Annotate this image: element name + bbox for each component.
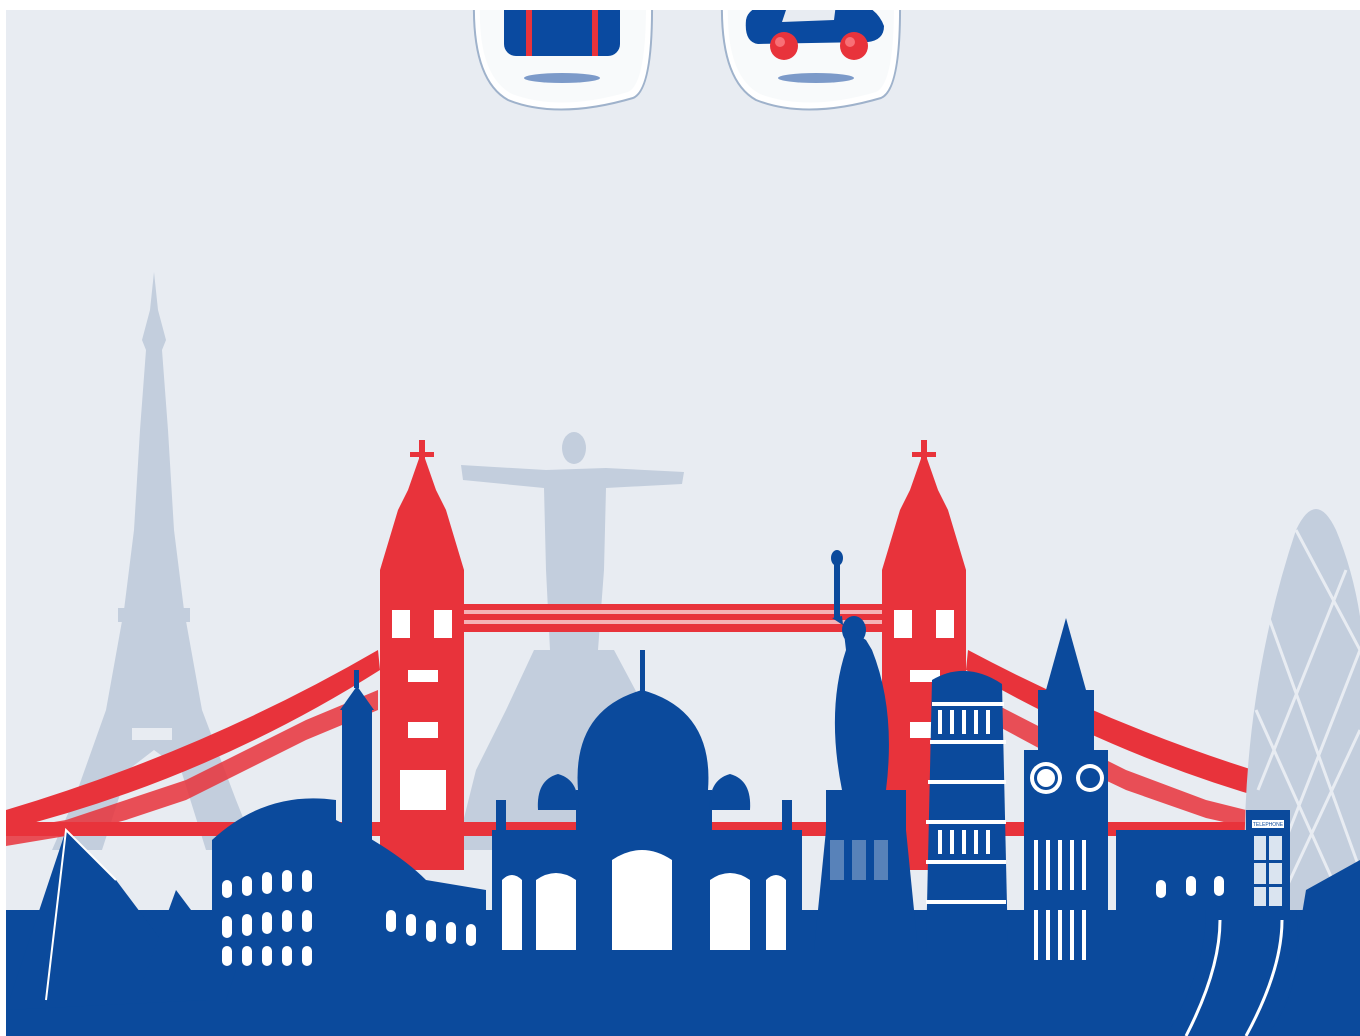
telephone-box: TELEPHONE (1246, 810, 1290, 920)
leaning-tower-of-pisa (926, 670, 1008, 950)
telephone-sign: TELEPHONE (1253, 822, 1284, 828)
travel-banner: TELEPHONE (6, 10, 1360, 1036)
landmarks-skyline: TELEPHONE (6, 272, 1360, 1036)
big-ben (1024, 618, 1108, 990)
